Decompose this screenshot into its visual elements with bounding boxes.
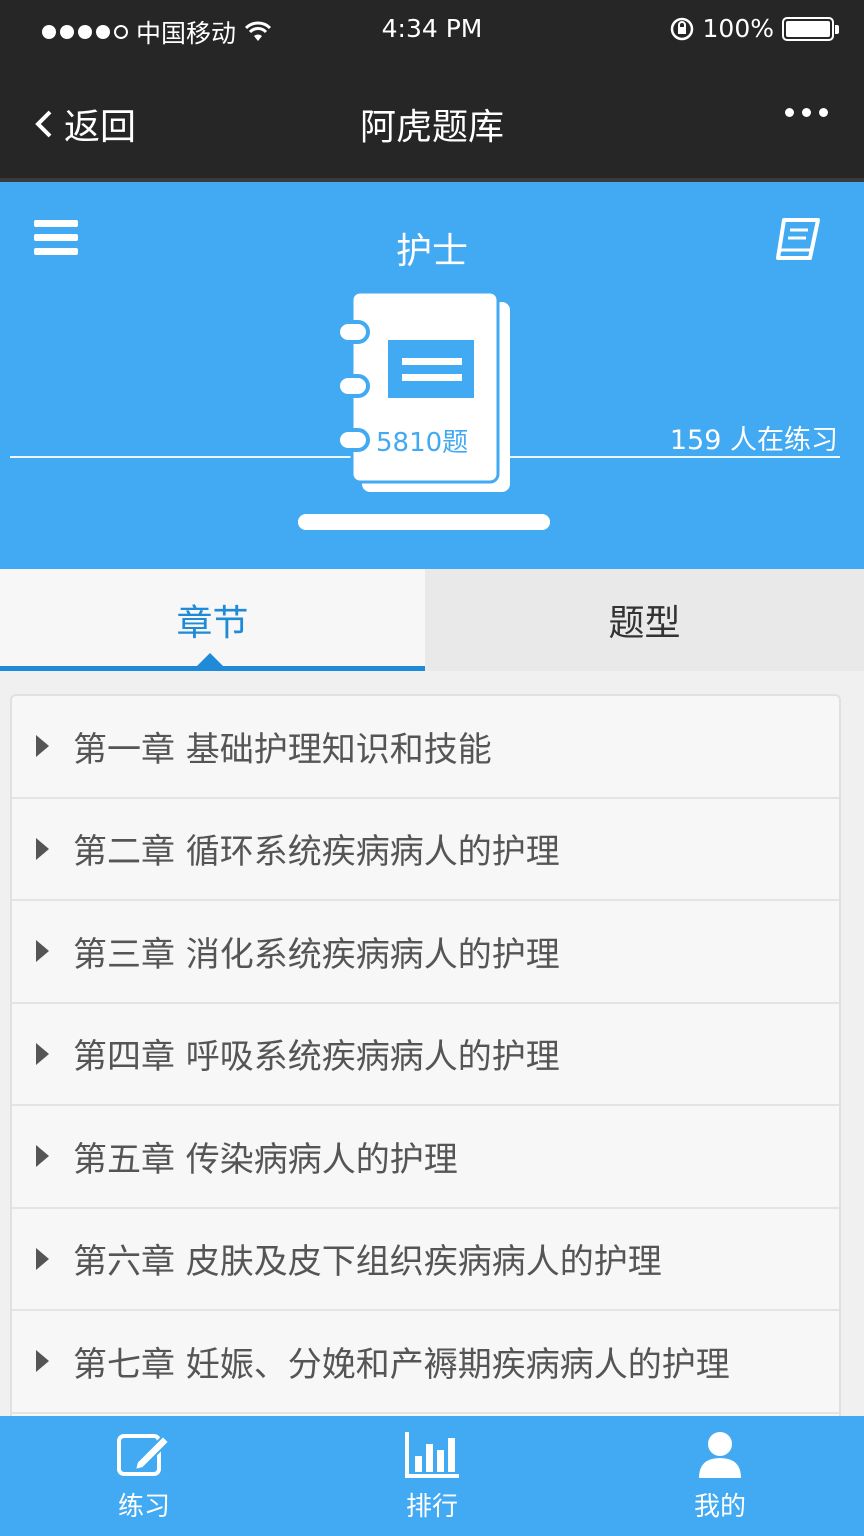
- caret-right-icon: [36, 1042, 49, 1065]
- status-bar: 中国移动 4:34 PM 100%: [0, 0, 864, 58]
- practicing-count: 159 人在练习: [669, 425, 838, 456]
- chapter-label: 第七章 妊娠、分娩和产褥期疾病病人的护理: [73, 1344, 730, 1385]
- list-item[interactable]: 第一章 基础护理知识和技能: [12, 696, 839, 799]
- notebook-icon: [336, 292, 510, 492]
- tab-question-types[interactable]: 题型: [425, 569, 864, 671]
- caret-right-icon: [36, 1145, 49, 1168]
- rotation-lock-icon: [670, 17, 693, 40]
- list-item[interactable]: 第二章 循环系统疾病病人的护理: [12, 799, 839, 901]
- list-item[interactable]: 第六章 皮肤及皮下组织疾病病人的护理: [12, 1209, 839, 1311]
- battery-label: 100%: [702, 14, 774, 43]
- bottom-tab-ranking[interactable]: 排行: [288, 1416, 576, 1536]
- subject-header: 护士 5810题 159 人在练习: [0, 182, 864, 569]
- bottom-tab-mine-label: 我的: [693, 1491, 746, 1522]
- chapter-label: 第五章 传染病病人的护理: [73, 1139, 458, 1180]
- bottom-tab-bar: 练习 排行 我的: [0, 1416, 864, 1536]
- bar-chart-icon: [405, 1431, 459, 1478]
- caret-right-icon: [36, 735, 49, 758]
- question-count: 5810题: [376, 428, 469, 458]
- subject-title: 护士: [395, 231, 468, 272]
- caret-right-icon: [36, 837, 49, 860]
- tab-chapters-label: 章节: [176, 603, 249, 644]
- caret-right-icon: [36, 1350, 49, 1373]
- edit-icon: [117, 1433, 171, 1476]
- bottom-tab-mine[interactable]: 我的: [576, 1416, 864, 1536]
- bottom-tab-practice-label: 练习: [117, 1491, 170, 1522]
- chapter-list: 第一章 基础护理知识和技能 第二章 循环系统疾病病人的护理 第三章 消化系统疾病…: [10, 694, 841, 1416]
- battery-icon: [782, 16, 839, 41]
- tab-chapters[interactable]: 章节: [0, 569, 425, 671]
- tab-question-types-label: 题型: [608, 603, 681, 644]
- progress-bar: [298, 514, 550, 530]
- list-item[interactable]: 第五章 传染病病人的护理: [12, 1106, 839, 1209]
- category-tabs: 章节 题型: [0, 569, 864, 671]
- chapter-label: 第二章 循环系统疾病病人的护理: [73, 832, 560, 873]
- caret-right-icon: [36, 1247, 49, 1270]
- chapter-label: 第四章 呼吸系统疾病病人的护理: [73, 1037, 560, 1078]
- list-item[interactable]: 第三章 消化系统疾病病人的护理: [12, 901, 839, 1004]
- bottom-tab-ranking-label: 排行: [405, 1491, 458, 1522]
- chapter-label: 第六章 皮肤及皮下组织疾病病人的护理: [73, 1242, 662, 1283]
- book-icon[interactable]: [774, 216, 822, 262]
- user-icon: [699, 1431, 741, 1478]
- more-button[interactable]: [785, 108, 828, 117]
- list-item[interactable]: 第四章 呼吸系统疾病病人的护理: [12, 1004, 839, 1106]
- chapter-label: 第一章 基础护理知识和技能: [73, 729, 492, 770]
- nav-bar: 返回 阿虎题库: [0, 58, 864, 178]
- active-tab-caret: [196, 653, 224, 667]
- bottom-tab-practice[interactable]: 练习: [0, 1416, 288, 1536]
- progress-fill: [298, 514, 550, 530]
- more-icon: [785, 108, 794, 117]
- caret-right-icon: [36, 940, 49, 963]
- page-title: 阿虎题库: [359, 107, 504, 148]
- chapter-label: 第三章 消化系统疾病病人的护理: [73, 934, 560, 975]
- list-item[interactable]: 第七章 妊娠、分娩和产褥期疾病病人的护理: [12, 1311, 839, 1414]
- status-right: 100%: [669, 14, 839, 43]
